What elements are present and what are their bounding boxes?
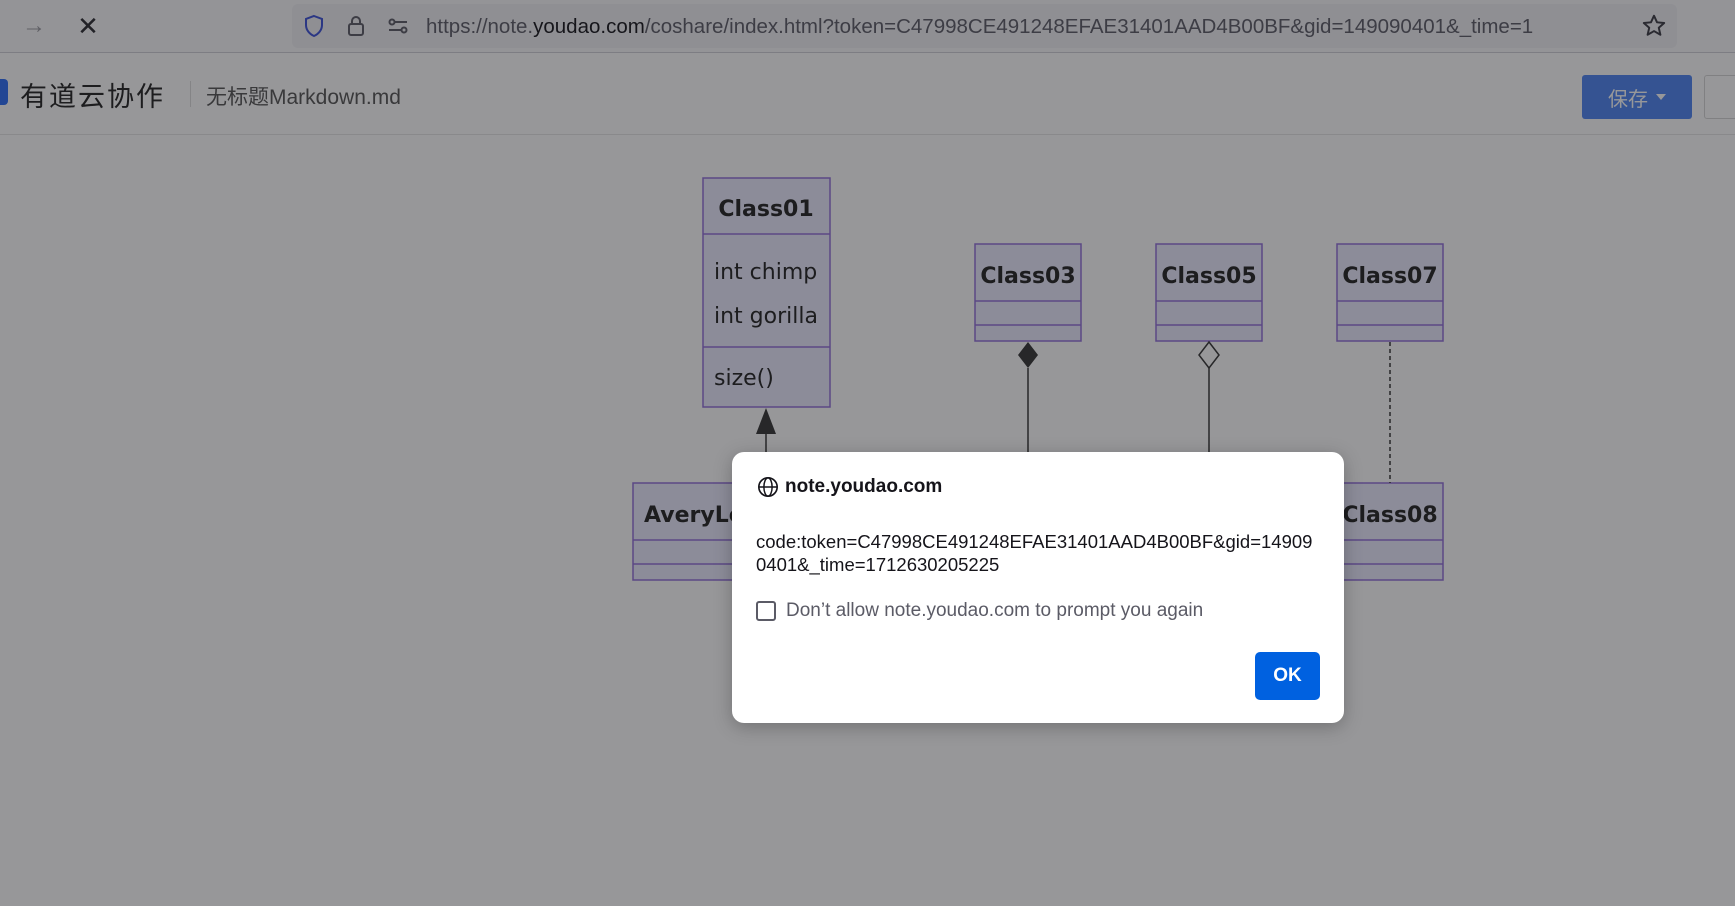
alert-dialog: note.youdao.com code:token=C47998CE49124… [732,452,1344,723]
dialog-message: code:token=C47998CE491248EFAE31401AAD4B0… [756,531,1313,575]
dont-allow-label[interactable]: Don’t allow note.youdao.com to prompt yo… [786,600,1203,622]
dialog-origin: note.youdao.com [757,476,942,498]
globe-icon [758,477,778,497]
dialog-origin-host: note.youdao.com [785,476,943,497]
dont-allow-row[interactable]: Don’t allow note.youdao.com to prompt yo… [756,600,1203,622]
dont-allow-checkbox[interactable] [756,601,776,621]
ok-button[interactable]: OK [1255,652,1320,700]
